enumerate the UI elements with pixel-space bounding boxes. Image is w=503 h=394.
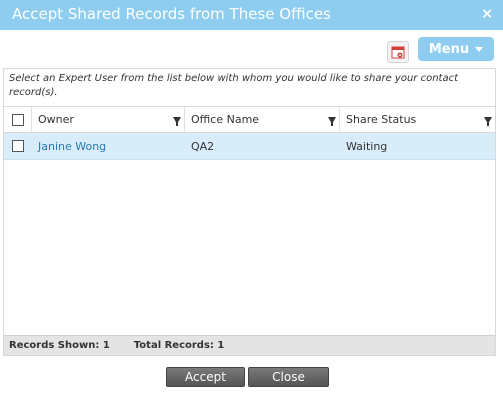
menu-button-label: Menu: [428, 41, 470, 57]
close-button[interactable]: Close: [248, 367, 329, 387]
column-header-share-status[interactable]: Share Status: [340, 107, 495, 132]
share-status-value: Waiting: [346, 139, 388, 153]
total-records: Total Records: 1: [133, 340, 225, 351]
column-header-office-name-label: Office Name: [191, 113, 260, 126]
row-select-cell: [4, 133, 32, 159]
column-header-owner[interactable]: Owner: [32, 107, 185, 132]
cell-share-status: Waiting: [340, 133, 495, 159]
grid-footer: Records Shown: 1 Total Records: 1: [4, 335, 495, 355]
chevron-down-icon: [475, 46, 484, 52]
cell-owner: Janine Wong: [32, 133, 185, 159]
grid-instructions: Select an Expert User from the list belo…: [9, 73, 459, 98]
header-select-all-cell: [4, 107, 32, 132]
records-shown: Records Shown: 1: [9, 340, 110, 351]
calendar-gear-icon[interactable]: [387, 41, 409, 63]
owner-link[interactable]: Janine Wong: [32, 140, 106, 153]
cell-office-name: QA2: [185, 133, 340, 159]
row-checkbox[interactable]: [12, 140, 24, 152]
menu-button[interactable]: Menu: [418, 37, 494, 61]
filter-icon[interactable]: [328, 117, 336, 126]
filter-icon[interactable]: [173, 117, 181, 126]
column-header-office-name[interactable]: Office Name: [185, 107, 340, 132]
accept-button[interactable]: Accept: [166, 367, 245, 387]
filter-icon[interactable]: [484, 117, 492, 126]
table-row[interactable]: Janine Wong QA2 Waiting: [4, 133, 495, 160]
select-all-checkbox[interactable]: [11, 113, 24, 126]
dialog-title: Accept Shared Records from These Offices: [12, 5, 331, 23]
grid-header: Owner Office Name Share Status: [4, 106, 495, 133]
records-grid: Select an Expert User from the list belo…: [3, 68, 496, 356]
column-header-owner-label: Owner: [38, 113, 74, 126]
column-header-share-status-label: Share Status: [346, 113, 417, 126]
dialog-titlebar: Accept Shared Records from These Offices…: [0, 0, 503, 30]
close-icon[interactable]: ×: [481, 6, 493, 22]
office-name-value: QA2: [191, 139, 215, 153]
